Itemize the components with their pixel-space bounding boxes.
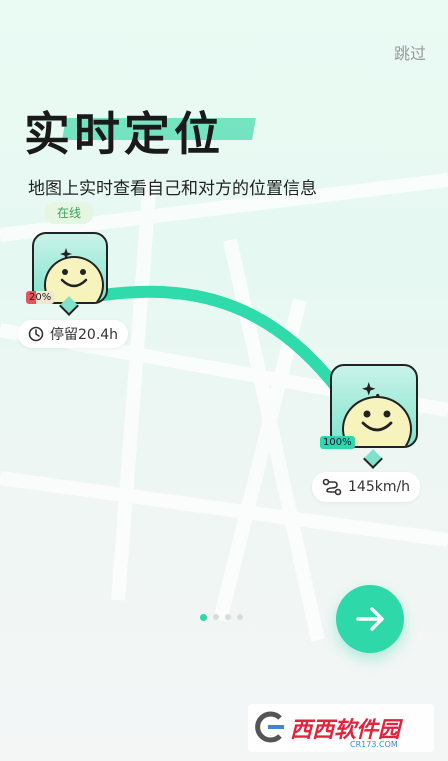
battery-badge-b: 100% xyxy=(320,436,355,449)
stay-time-pill: 停留20.4h xyxy=(18,320,129,348)
stay-time-label: 停留20.4h xyxy=(50,327,119,343)
watermark-logo-icon xyxy=(255,711,284,743)
page-subtitle: 地图上实时查看自己和对方的位置信息 xyxy=(28,179,317,199)
page-dot-3[interactable] xyxy=(225,614,231,620)
skip-button[interactable]: 跳过 xyxy=(394,40,426,64)
page-dot-1[interactable] xyxy=(200,614,207,621)
page-indicator xyxy=(200,614,243,621)
route-icon xyxy=(322,478,342,496)
page-title: 实时定位 xyxy=(24,107,224,161)
arrow-right-icon xyxy=(356,607,384,631)
watermark-url: CR173.COM xyxy=(350,740,398,749)
page-dot-2[interactable] xyxy=(213,614,219,620)
next-button[interactable] xyxy=(336,585,404,653)
page-dot-4[interactable] xyxy=(237,614,243,620)
speed-label: 145km/h xyxy=(348,479,411,495)
battery-badge-a: 20% xyxy=(26,291,55,304)
hero-title-block: 实时定位 xyxy=(24,98,256,164)
speed-pill: 145km/h xyxy=(312,472,421,502)
clock-icon xyxy=(28,326,44,342)
online-status-badge: 在线 xyxy=(44,202,94,224)
